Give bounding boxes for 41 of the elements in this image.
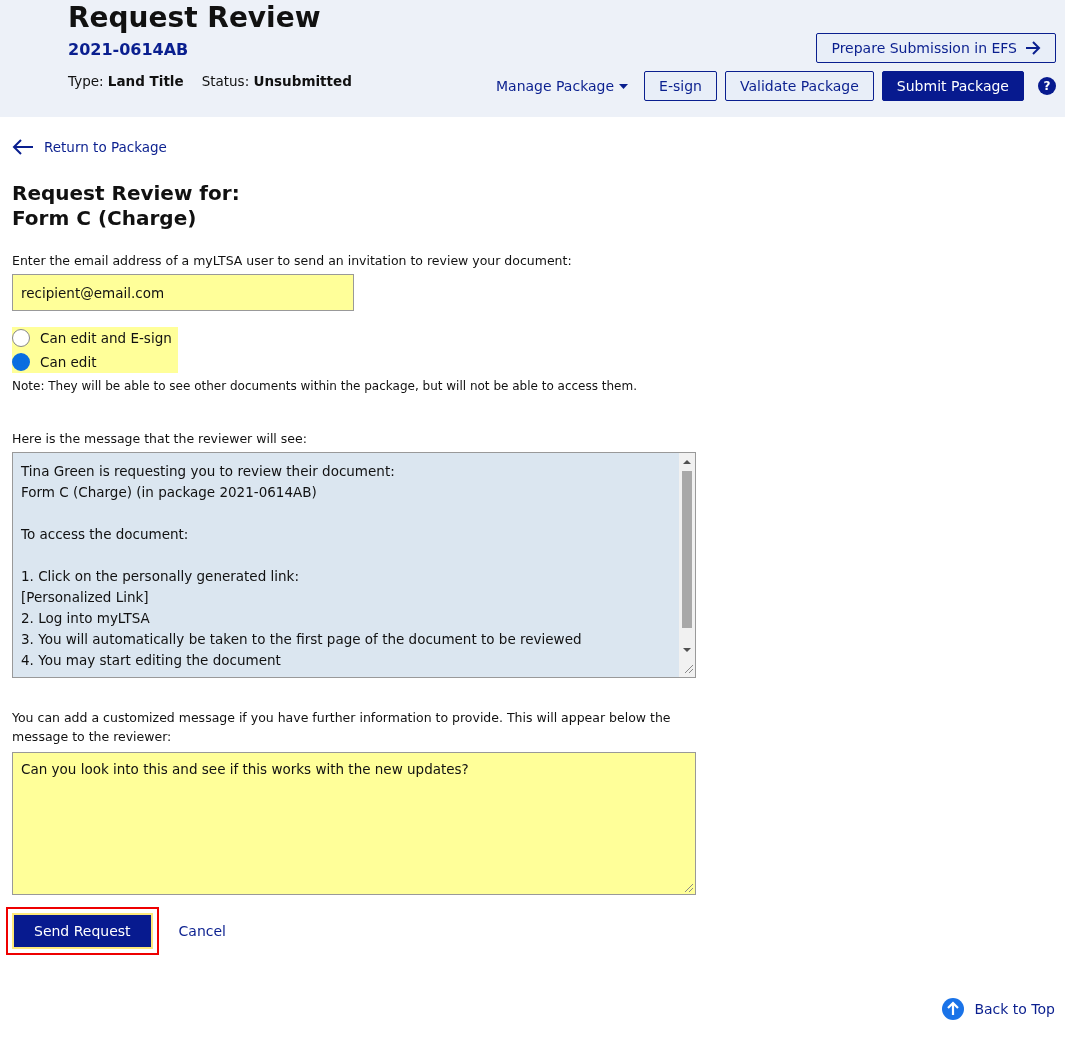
back-to-top-link[interactable]: Back to Top xyxy=(974,1001,1055,1017)
email-label: Enter the email address of a myLTSA user to send an invitation to review your document: xyxy=(12,253,573,268)
radio-button[interactable] xyxy=(12,329,30,347)
return-link[interactable]: Return to Package xyxy=(44,139,167,155)
header-button[interactable]: Validate Package xyxy=(724,71,874,101)
custom-message-label: You can add a customized message if you have further information to provide. This will appear below the message to the reviewer: xyxy=(12,709,672,746)
message-line: 3. You will automatically be taken to the first page of the document to be reviewed xyxy=(21,630,583,649)
resize-grip-icon[interactable] xyxy=(684,883,694,893)
message-line: 1. Click on the personally generated link: xyxy=(21,567,300,586)
custom-message-field[interactable]: Can you look into this and see if this works with the new updates? xyxy=(12,752,696,895)
message-line: [Personalized Link] xyxy=(21,588,150,607)
message-label: Here is the message that the reviewer will see: xyxy=(12,431,308,446)
package-number: 2021-0614AB xyxy=(68,40,190,59)
message-line: Form C (Charge) (in package 2021-0614AB) xyxy=(21,483,318,502)
status-text: Status: Unsubmitted xyxy=(201,73,352,89)
arrow-up-circle-icon[interactable] xyxy=(942,998,965,1020)
message-line: Tina Green is requesting you to review their document: xyxy=(21,462,396,481)
message-line: 4. You may start editing the document xyxy=(21,651,282,670)
radio-label[interactable]: Can edit xyxy=(40,354,97,370)
type-text: Type: Land Title xyxy=(68,73,184,89)
message-box[interactable] xyxy=(12,452,696,678)
prepare-submission-button[interactable]: Prepare Submission in EFS xyxy=(816,33,1056,63)
send-request-button[interactable]: Send Request xyxy=(12,913,153,949)
arrow-left-icon[interactable] xyxy=(12,139,34,155)
manage-package-menu[interactable]: Manage Package xyxy=(496,78,629,94)
arrow-right-icon xyxy=(1025,41,1041,55)
scrollbar[interactable] xyxy=(679,453,695,677)
help-icon[interactable]: ? xyxy=(1038,77,1056,95)
email-field[interactable]: recipient@email.com xyxy=(12,274,354,311)
header-button[interactable]: E-sign xyxy=(644,71,717,101)
radio-button[interactable] xyxy=(12,353,30,371)
header-button[interactable]: Submit Package xyxy=(881,71,1024,101)
caret-icon xyxy=(619,83,629,89)
section-heading: Form C (Charge) xyxy=(12,206,198,231)
cancel-link[interactable]: Cancel xyxy=(178,923,226,939)
page-title: Request Review xyxy=(68,0,322,36)
message-line: To access the document: xyxy=(21,525,190,544)
section-heading: Request Review for: xyxy=(12,181,241,206)
radio-label[interactable]: Can edit and E-sign xyxy=(40,330,172,346)
note-text: Note: They will be able to see other documents within the package, but will not be able to access them. xyxy=(12,379,638,393)
message-line: 2. Log into myLTSA xyxy=(21,609,151,628)
